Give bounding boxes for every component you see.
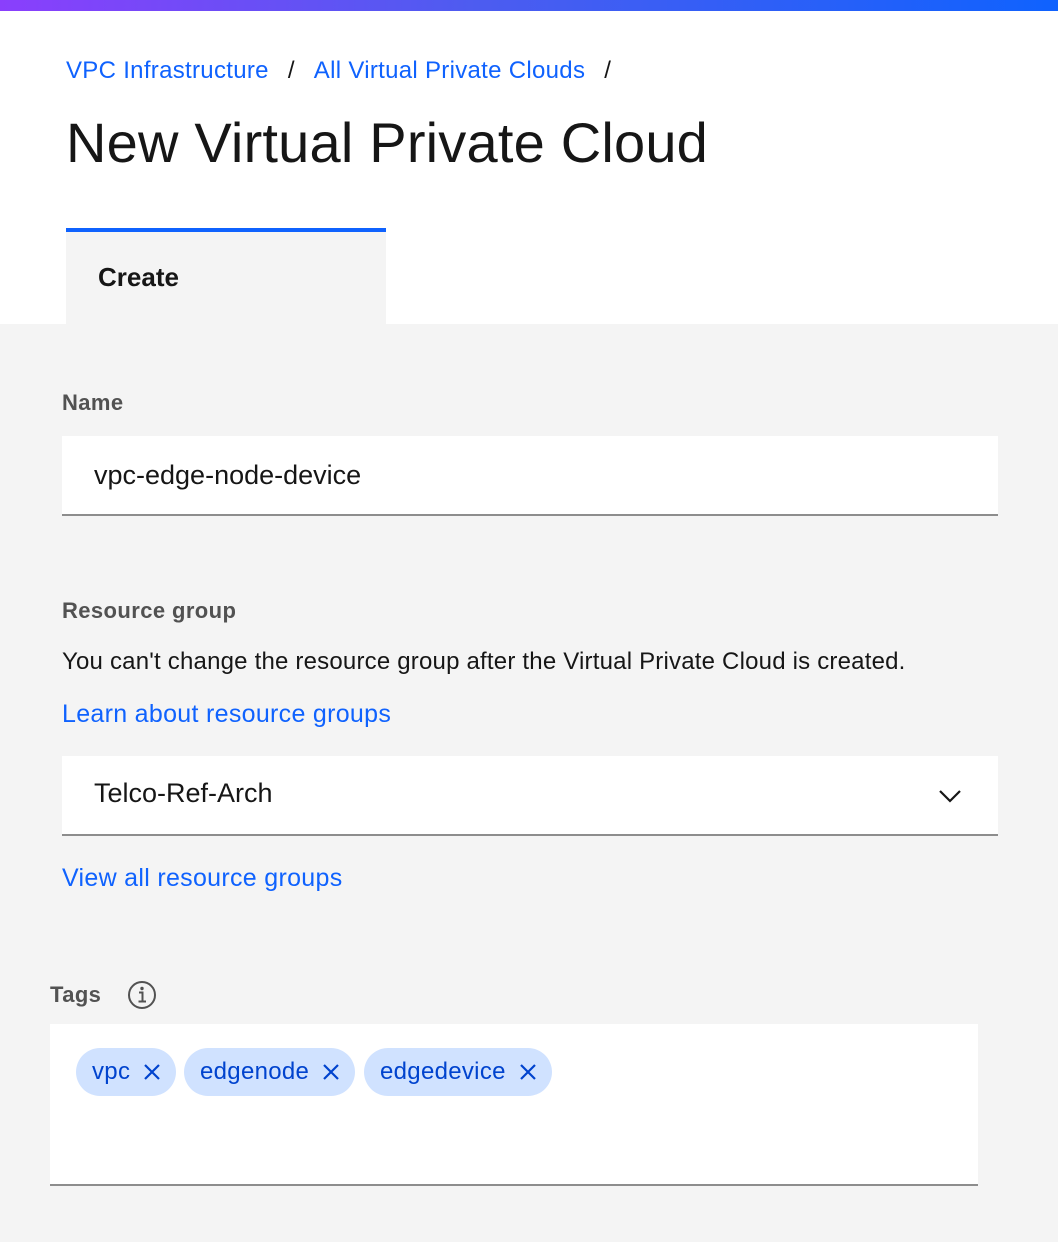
info-icon[interactable] <box>127 980 157 1010</box>
name-label: Name <box>62 390 124 415</box>
resource-group-helper-text: You can't change the resource group afte… <box>62 648 906 675</box>
name-input[interactable] <box>62 436 998 516</box>
tag-label: edgenode <box>200 1058 310 1085</box>
tags-label: Tags <box>50 982 102 1007</box>
tag-edgenode: edgenode <box>184 1048 356 1096</box>
breadcrumb-link-all-vpcs[interactable]: All Virtual Private Clouds <box>314 57 585 85</box>
chevron-down-icon <box>939 790 961 803</box>
breadcrumb: VPC Infrastructure / All Virtual Private… <box>66 55 630 87</box>
resource-group-selected-value: Telco-Ref-Arch <box>94 778 273 808</box>
resource-group-label: Resource group <box>62 598 237 623</box>
breadcrumb-link-vpc-infrastructure[interactable]: VPC Infrastructure <box>66 57 269 85</box>
view-all-resource-groups-link[interactable]: View all resource groups <box>62 864 343 893</box>
learn-about-resource-groups-link[interactable]: Learn about resource groups <box>62 700 391 729</box>
close-icon[interactable] <box>315 1056 347 1088</box>
tags-label-row: Tags <box>50 978 157 1012</box>
tab-create[interactable]: Create <box>66 228 386 324</box>
breadcrumb-separator: / <box>604 57 612 84</box>
tag-label: vpc <box>92 1058 131 1085</box>
close-icon[interactable] <box>136 1056 168 1088</box>
tag-vpc: vpc <box>76 1048 177 1096</box>
page-title: New Virtual Private Cloud <box>66 111 709 174</box>
resource-group-select[interactable]: Telco-Ref-Arch <box>62 756 998 836</box>
tags-input[interactable]: vpc edgenode edgedevice <box>50 1024 978 1186</box>
close-icon[interactable] <box>512 1056 544 1088</box>
tab-create-label: Create <box>98 262 179 292</box>
tag-label: edgedevice <box>380 1058 506 1085</box>
breadcrumb-separator: / <box>287 57 295 84</box>
top-accent-bar <box>0 0 1058 11</box>
tag-edgedevice: edgedevice <box>364 1048 552 1096</box>
